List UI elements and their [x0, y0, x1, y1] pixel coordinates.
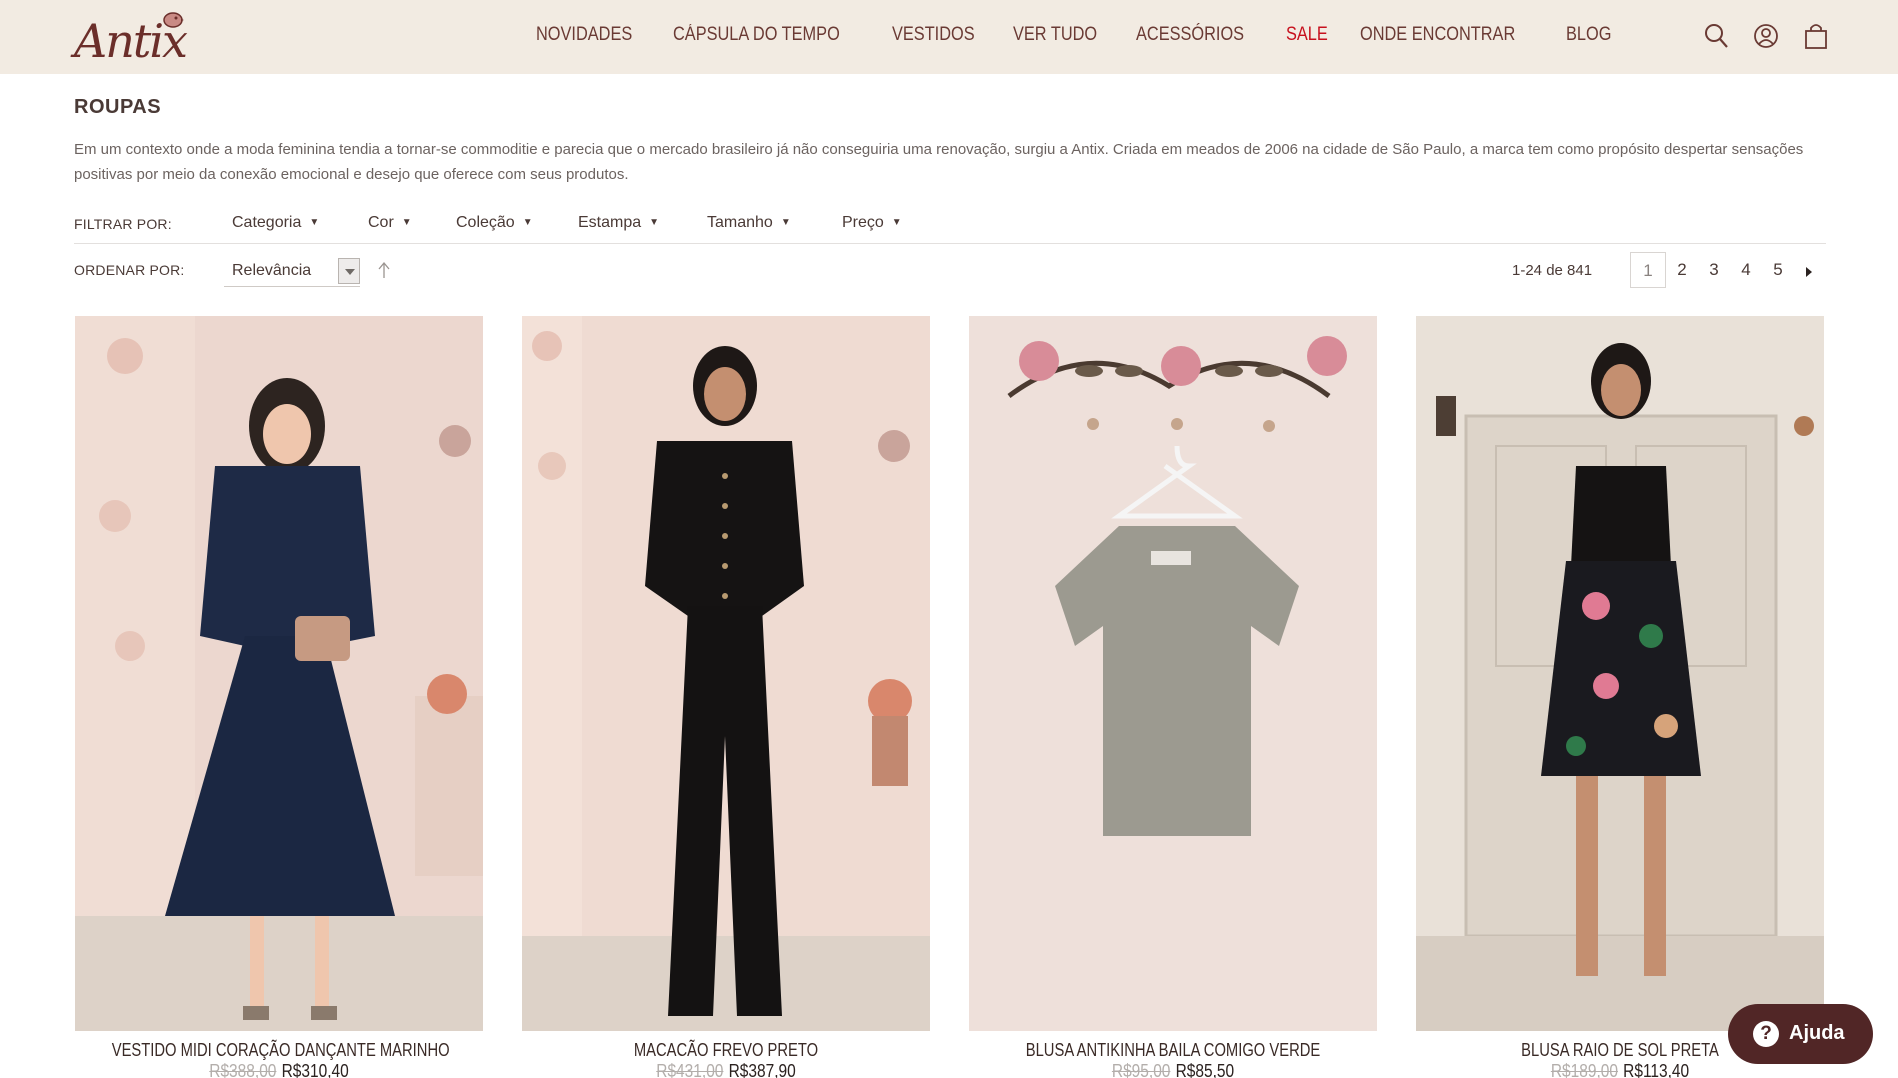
filter-estampa[interactable]: Estampa ▼: [578, 214, 659, 232]
product-price: R$388,00 R$310,40: [104, 1061, 455, 1078]
site-header: Antix NOVIDADES CÁPSULA DO TEMPO VESTIDO…: [0, 0, 1898, 74]
filter-preco-label: Preço: [842, 214, 884, 231]
sort-select[interactable]: Relevância: [224, 256, 360, 287]
product-image[interactable]: [75, 316, 483, 1031]
page-5[interactable]: 5: [1762, 252, 1794, 288]
next-page-icon[interactable]: [1794, 252, 1822, 288]
product-image[interactable]: [522, 316, 930, 1031]
caret-down-icon: ▼: [401, 217, 412, 228]
filter-cor-label: Cor: [368, 214, 394, 231]
bag-icon[interactable]: [1803, 22, 1829, 50]
product-card[interactable]: VESTIDO MIDI CORAÇÃO DANÇANTE MARINHO R$…: [75, 316, 483, 1078]
product-name[interactable]: BLUSA ANTIKINHA BAILA COMIGO VERDE: [1006, 1040, 1341, 1061]
page-4[interactable]: 4: [1730, 252, 1762, 288]
page-3[interactable]: 3: [1698, 252, 1730, 288]
results-count: 1-24 de 841: [1512, 262, 1593, 279]
page-2[interactable]: 2: [1666, 252, 1698, 288]
product-image[interactable]: [969, 316, 1377, 1031]
nav-item-ver-tudo[interactable]: VER TUDO: [1013, 24, 1097, 46]
product-card[interactable]: BLUSA ANTIKINHA BAILA COMIGO VERDE R$95,…: [969, 316, 1377, 1078]
brand-logo[interactable]: Antix: [74, 8, 188, 68]
help-label: Ajuda: [1789, 1022, 1845, 1044]
filter-tamanho-label: Tamanho: [707, 214, 773, 231]
caret-down-icon: ▼: [649, 217, 660, 228]
sale-price: R$85,50: [1175, 1061, 1235, 1078]
filter-categoria[interactable]: Categoria ▼: [232, 214, 319, 232]
filter-label: FILTRAR POR:: [74, 216, 172, 232]
sale-price: R$310,40: [281, 1061, 349, 1078]
category-description: Em um contexto onde a moda feminina tend…: [74, 141, 1804, 183]
nav-item-capsula[interactable]: CÁPSULA DO TEMPO: [673, 24, 840, 46]
sale-price: R$113,40: [1623, 1061, 1690, 1078]
product-price: R$95,00 R$85,50: [998, 1061, 1349, 1078]
old-price: R$431,00: [656, 1061, 724, 1078]
caret-down-icon: ▼: [780, 217, 791, 228]
nav-item-blog[interactable]: BLOG: [1566, 24, 1611, 46]
caret-down-icon: ▼: [891, 217, 902, 228]
filter-colecao[interactable]: Coleção ▼: [456, 214, 533, 232]
nav-item-acessorios[interactable]: ACESSÓRIOS: [1136, 24, 1244, 46]
page-1[interactable]: 1: [1630, 252, 1666, 288]
sort-label: ORDENAR POR:: [74, 262, 185, 278]
filter-bar: FILTRAR POR: Categoria ▼ Cor ▼ Coleção ▼ Es…: [74, 214, 1826, 244]
caret-down-icon: ▼: [309, 217, 320, 228]
filter-estampa-label: Estampa: [578, 214, 642, 231]
nav-item-novidades[interactable]: NOVIDADES: [536, 24, 632, 46]
search-icon[interactable]: [1703, 22, 1729, 50]
bird-icon: [163, 12, 184, 28]
chevron-down-icon[interactable]: [338, 258, 360, 284]
product-image[interactable]: [1416, 316, 1824, 1031]
caret-down-icon: ▼: [522, 217, 533, 228]
filter-categoria-label: Categoria: [232, 214, 302, 231]
sort-direction-icon[interactable]: [376, 260, 392, 280]
page-title: ROUPAS: [74, 96, 162, 118]
sort-value: Relevância: [232, 262, 312, 279]
help-button[interactable]: ? Ajuda: [1728, 1004, 1873, 1064]
old-price: R$388,00: [209, 1061, 277, 1078]
filter-preco[interactable]: Preço ▼: [842, 214, 902, 232]
product-name[interactable]: MACACÃO FREVO PRETO: [559, 1040, 894, 1061]
pagination: 1 2 3 4 5: [1630, 252, 1822, 288]
old-price: R$189,00: [1550, 1061, 1618, 1078]
old-price: R$95,00: [1111, 1061, 1171, 1078]
sale-price: R$387,90: [728, 1061, 796, 1078]
nav-item-onde-encontrar[interactable]: ONDE ENCONTRAR: [1360, 24, 1515, 46]
product-price: R$189,00 R$113,40: [1445, 1061, 1796, 1078]
filter-tamanho[interactable]: Tamanho ▼: [707, 214, 791, 232]
nav-item-sale[interactable]: SALE: [1286, 24, 1328, 46]
account-icon[interactable]: [1753, 22, 1779, 50]
main-nav: NOVIDADES CÁPSULA DO TEMPO VESTIDOS VER …: [536, 24, 1618, 46]
nav-item-vestidos[interactable]: VESTIDOS: [892, 24, 975, 46]
help-icon: ?: [1753, 1021, 1779, 1047]
header-actions: [1703, 22, 1829, 50]
product-price: R$431,00 R$387,90: [551, 1061, 902, 1078]
product-name[interactable]: VESTIDO MIDI CORAÇÃO DANÇANTE MARINHO: [112, 1040, 450, 1061]
filter-colecao-label: Coleção: [456, 214, 515, 231]
product-card[interactable]: BLUSA RAIO DE SOL PRETA R$189,00 R$113,40: [1416, 316, 1824, 1078]
filter-cor[interactable]: Cor ▼: [368, 214, 412, 232]
product-card[interactable]: MACACÃO FREVO PRETO R$431,00 R$387,90: [522, 316, 930, 1078]
